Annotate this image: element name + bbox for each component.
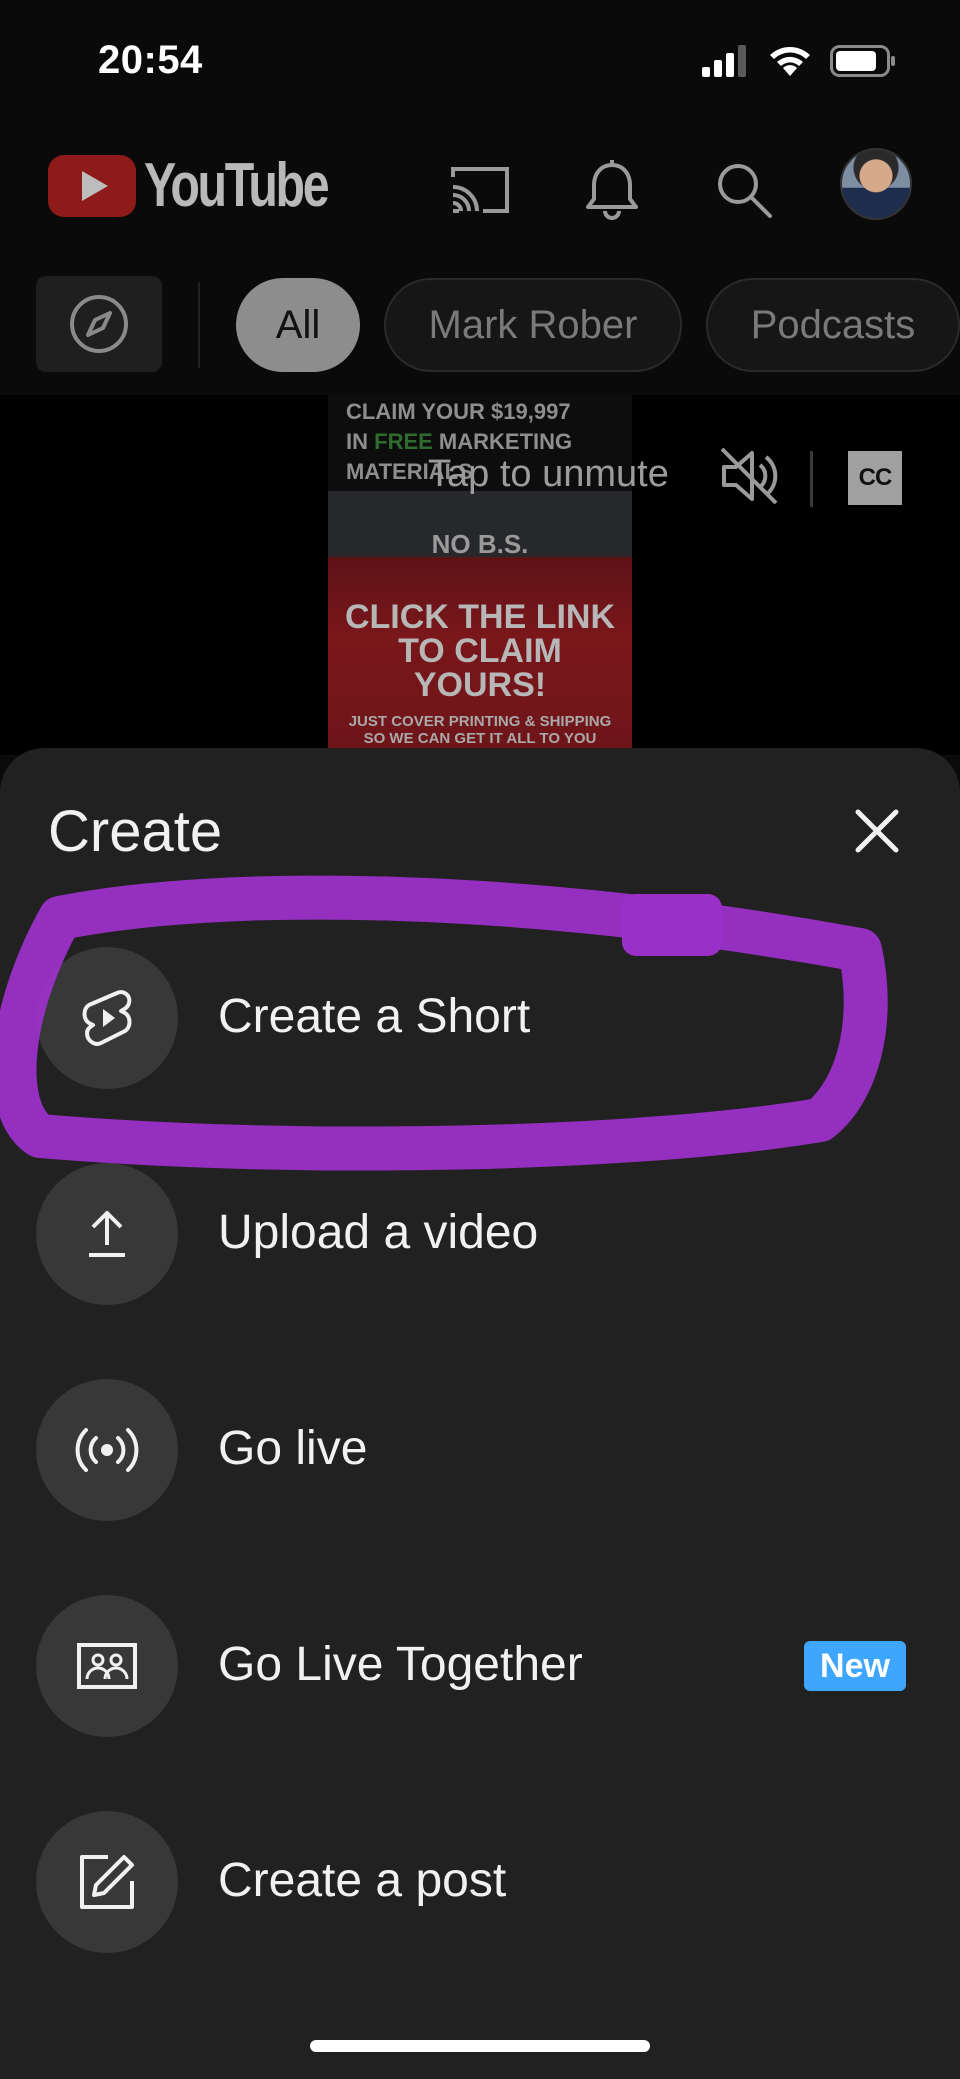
- sheet-title: Create: [48, 799, 223, 864]
- youtube-play-logo-icon: [48, 154, 136, 217]
- home-indicator[interactable]: [310, 2040, 650, 2052]
- new-badge: New: [804, 1641, 906, 1691]
- menu-label-create-short: Create a Short: [218, 990, 531, 1043]
- menu-label-go-live: Go live: [218, 1422, 368, 1475]
- upload-icon: [36, 1163, 178, 1305]
- account-avatar[interactable]: [840, 148, 912, 220]
- tap-to-unmute-label[interactable]: Tap to unmute: [428, 453, 669, 496]
- chip-bar: All Mark Rober Podcasts: [0, 270, 960, 395]
- search-icon[interactable]: [704, 150, 784, 230]
- create-bottom-sheet: Create Create a Short Upload a video Go …: [0, 748, 960, 2079]
- ad-thumbnail: CLAIM YOUR $19,997 IN FREE MARKETING MAT…: [328, 395, 632, 755]
- compass-icon: [70, 295, 128, 353]
- wifi-icon: [770, 47, 810, 76]
- menu-label-create-post: Create a post: [218, 1854, 507, 1907]
- chip-mark-rober[interactable]: Mark Rober: [384, 278, 682, 372]
- menu-label-upload-video: Upload a video: [218, 1206, 539, 1259]
- ad-claim-line2: TO CLAIM YOURS!: [398, 632, 562, 704]
- menu-item-upload-video[interactable]: Upload a video: [0, 1139, 960, 1329]
- close-icon: [855, 809, 899, 853]
- closed-captions-button[interactable]: CC: [848, 451, 902, 505]
- shorts-icon: [36, 947, 178, 1089]
- cast-icon[interactable]: [440, 150, 520, 230]
- status-icons: [702, 44, 896, 78]
- ad-shipping-text: JUST COVER PRINTING & SHIPPING SO WE CAN…: [328, 713, 632, 747]
- menu-item-go-live[interactable]: Go live: [0, 1355, 960, 1545]
- menu-item-create-short[interactable]: Create a Short: [0, 923, 960, 1113]
- video-controls-divider: [810, 451, 813, 507]
- status-time: 20:54: [98, 38, 203, 82]
- menu-item-create-post[interactable]: Create a post: [0, 1787, 960, 1977]
- notifications-bell-icon[interactable]: [572, 150, 652, 230]
- chip-divider: [198, 282, 200, 368]
- battery-icon: [830, 45, 895, 77]
- chip-podcasts[interactable]: Podcasts: [706, 278, 960, 372]
- ad-headline-line2-a: IN: [346, 429, 375, 454]
- ad-headline-line1: CLAIM YOUR $19,997: [346, 399, 571, 424]
- ad-nobs-text: NO B.S.: [431, 529, 529, 559]
- cellular-signal-icon: [702, 45, 746, 77]
- app-header: YouTube: [0, 130, 960, 270]
- edit-post-icon: [36, 1811, 178, 1953]
- ad-claim-line1: CLICK THE LINK: [344, 598, 616, 636]
- explore-button[interactable]: [36, 276, 162, 372]
- video-preview[interactable]: CLAIM YOUR $19,997 IN FREE MARKETING MAT…: [0, 395, 960, 755]
- menu-item-go-live-together[interactable]: Go Live Together New: [0, 1571, 960, 1761]
- live-together-icon: [36, 1595, 178, 1737]
- ad-claim-text: CLICK THE LINK TO CLAIM YOURS!: [328, 600, 632, 702]
- chip-all[interactable]: All: [236, 278, 360, 372]
- status-bar: 20:54: [0, 0, 960, 130]
- ad-ship-line1: JUST COVER PRINTING & SHIPPING: [348, 713, 612, 730]
- youtube-logo-text: YouTube: [144, 151, 330, 220]
- ad-ship-line2: SO WE CAN GET IT ALL TO YOU: [363, 730, 597, 747]
- ad-headline-line2-c: MARKETING: [432, 429, 573, 454]
- ad-headline-line2-b: FREE: [374, 429, 433, 454]
- close-button[interactable]: [842, 796, 912, 866]
- menu-label-go-live-together: Go Live Together: [218, 1638, 583, 1691]
- live-broadcast-icon: [36, 1379, 178, 1521]
- youtube-logo[interactable]: YouTube: [48, 150, 379, 221]
- muted-speaker-icon[interactable]: [718, 445, 780, 507]
